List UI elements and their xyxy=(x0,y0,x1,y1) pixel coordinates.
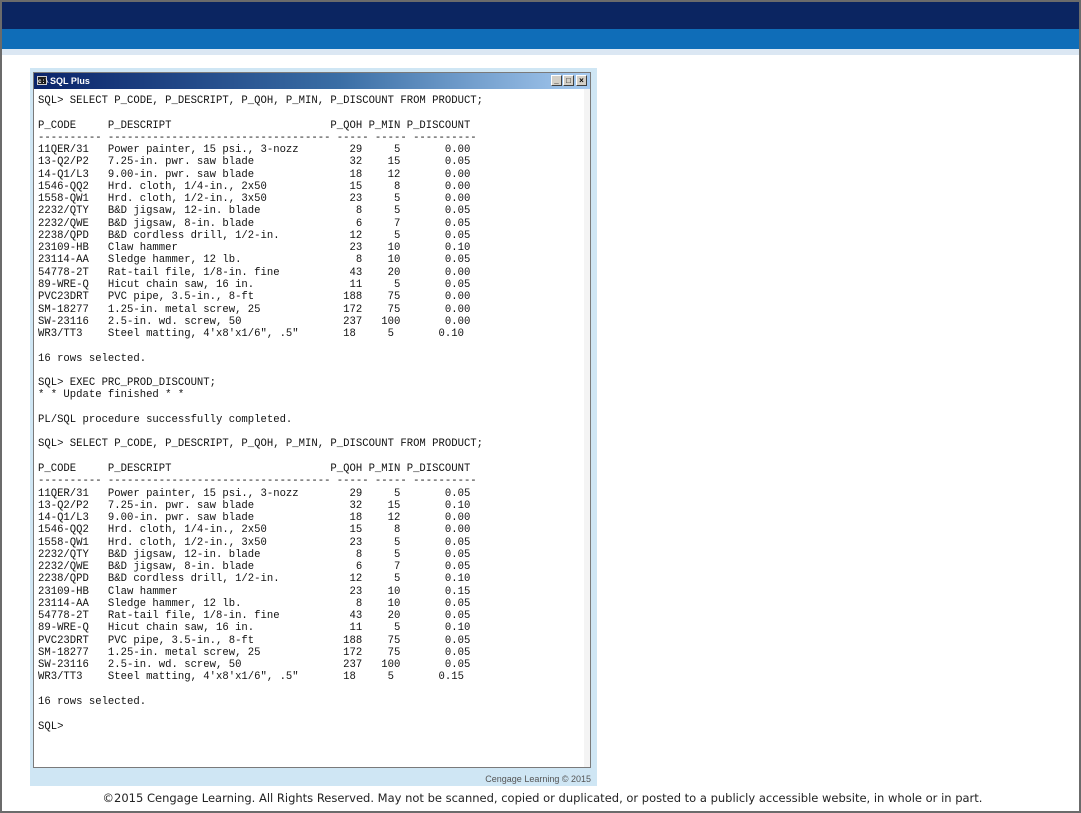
console-output[interactable]: SQL> SELECT P_CODE, P_DESCRIPT, P_QOH, P… xyxy=(38,95,558,763)
slide-frame: c:\ SQL Plus _ □ × SQL> SELECT P_CODE, P… xyxy=(0,0,1081,813)
console-line: 16 rows selected. xyxy=(38,696,147,709)
console-line: 23109-HB Claw hammer 23 10 0.10 xyxy=(38,242,471,255)
console-line: 2238/QPD B&D cordless drill, 1/2-in. 12 … xyxy=(38,229,471,242)
console-line: 14-Q1/L3 9.00-in. pwr. saw blade 18 12 0… xyxy=(38,512,471,525)
console-line: 11QER/31 Power painter, 15 psi., 3-nozz … xyxy=(38,144,471,157)
console-line: WR3/TT3 Steel matting, 4'x8'x1/6", .5" 1… xyxy=(38,671,464,684)
console-line: SW-23116 2.5-in. wd. screw, 50 237 100 0… xyxy=(38,315,471,328)
console-line: 14-Q1/L3 9.00-in. pwr. saw blade 18 12 0… xyxy=(38,168,471,181)
console-line: 11QER/31 Power painter, 15 psi., 3-nozz … xyxy=(38,487,471,500)
copyright-notice: ©2015 Cengage Learning. All Rights Reser… xyxy=(102,791,983,805)
console-line: 54778-2T Rat-tail file, 1/8-in. fine 43 … xyxy=(38,266,471,279)
publisher-mark: Cengage Learning © 2015 xyxy=(485,774,591,784)
console-line: PVC23DRT PVC pipe, 3.5-in., 8-ft 188 75 … xyxy=(38,291,471,304)
console-line: ---------- -----------------------------… xyxy=(38,131,477,144)
close-button[interactable]: × xyxy=(576,75,587,86)
console-line: SQL> SELECT P_CODE, P_DESCRIPT, P_QOH, P… xyxy=(38,95,484,107)
console-line: PL/SQL procedure successfully completed. xyxy=(38,413,293,426)
console-line: 23109-HB Claw hammer 23 10 0.15 xyxy=(38,585,471,598)
console-icon: c:\ xyxy=(37,76,49,85)
console-line: 1558-QW1 Hrd. cloth, 1/2-in., 3x50 23 5 … xyxy=(38,193,471,206)
console-line: 89-WRE-Q Hicut chain saw, 16 in. 11 5 0.… xyxy=(38,622,471,635)
console-line: * * Update finished * * xyxy=(38,389,185,402)
console-line: 23114-AA Sledge hammer, 12 lb. 8 10 0.05 xyxy=(38,597,471,610)
console-line: 2232/QTY B&D jigsaw, 12-in. blade 8 5 0.… xyxy=(38,205,471,218)
console-line: 2232/QWE B&D jigsaw, 8-in. blade 6 7 0.0… xyxy=(38,217,471,230)
console-line: PVC23DRT PVC pipe, 3.5-in., 8-ft 188 75 … xyxy=(38,634,471,647)
console-line: 16 rows selected. xyxy=(38,352,147,365)
console-line: 54778-2T Rat-tail file, 1/8-in. fine 43 … xyxy=(38,610,471,623)
window-titlebar[interactable]: c:\ SQL Plus _ □ × xyxy=(34,73,590,89)
console-line: 13-Q2/P2 7.25-in. pwr. saw blade 32 15 0… xyxy=(38,156,471,169)
header-banner-strip xyxy=(2,49,1079,55)
console-line: P_CODE P_DESCRIPT P_QOH P_MIN P_DISCOUNT xyxy=(38,462,471,475)
console-line: 1558-QW1 Hrd. cloth, 1/2-in., 3x50 23 5 … xyxy=(38,536,471,549)
console-scroll-gutter xyxy=(584,89,590,767)
header-banner-dark xyxy=(2,2,1079,29)
console-line: SW-23116 2.5-in. wd. screw, 50 237 100 0… xyxy=(38,659,471,672)
sqlplus-window[interactable]: c:\ SQL Plus _ □ × SQL> SELECT P_CODE, P… xyxy=(33,72,591,768)
console-line: 2232/QTY B&D jigsaw, 12-in. blade 8 5 0.… xyxy=(38,548,471,561)
minimize-button[interactable]: _ xyxy=(551,75,562,86)
console-line: 1546-QQ2 Hrd. cloth, 1/4-in., 2x50 15 8 … xyxy=(38,180,471,193)
console-line: WR3/TT3 Steel matting, 4'x8'x1/6", .5" 1… xyxy=(38,328,464,341)
console-line: P_CODE P_DESCRIPT P_QOH P_MIN P_DISCOUNT xyxy=(38,119,471,132)
console-line: 2238/QPD B&D cordless drill, 1/2-in. 12 … xyxy=(38,573,471,586)
console-line: 1546-QQ2 Hrd. cloth, 1/4-in., 2x50 15 8 … xyxy=(38,524,471,537)
console-line: 13-Q2/P2 7.25-in. pwr. saw blade 32 15 0… xyxy=(38,499,471,512)
console-line: 89-WRE-Q Hicut chain saw, 16 in. 11 5 0.… xyxy=(38,278,471,291)
maximize-button[interactable]: □ xyxy=(563,75,574,86)
console-line: 23114-AA Sledge hammer, 12 lb. 8 10 0.05 xyxy=(38,254,471,267)
console-line: 2232/QWE B&D jigsaw, 8-in. blade 6 7 0.0… xyxy=(38,561,471,574)
console-line: SQL> SELECT P_CODE, P_DESCRIPT, P_QOH, P… xyxy=(38,438,484,451)
screenshot-panel: c:\ SQL Plus _ □ × SQL> SELECT P_CODE, P… xyxy=(30,68,597,786)
console-line: SQL> xyxy=(38,720,64,733)
window-title: SQL Plus xyxy=(50,76,90,86)
console-line: SM-18277 1.25-in. metal screw, 25 172 75… xyxy=(38,303,471,316)
header-banner-blue xyxy=(2,29,1079,49)
console-line: ---------- -----------------------------… xyxy=(38,475,477,488)
console-line: SM-18277 1.25-in. metal screw, 25 172 75… xyxy=(38,646,471,659)
console-line: SQL> EXEC PRC_PROD_DISCOUNT; xyxy=(38,377,217,390)
